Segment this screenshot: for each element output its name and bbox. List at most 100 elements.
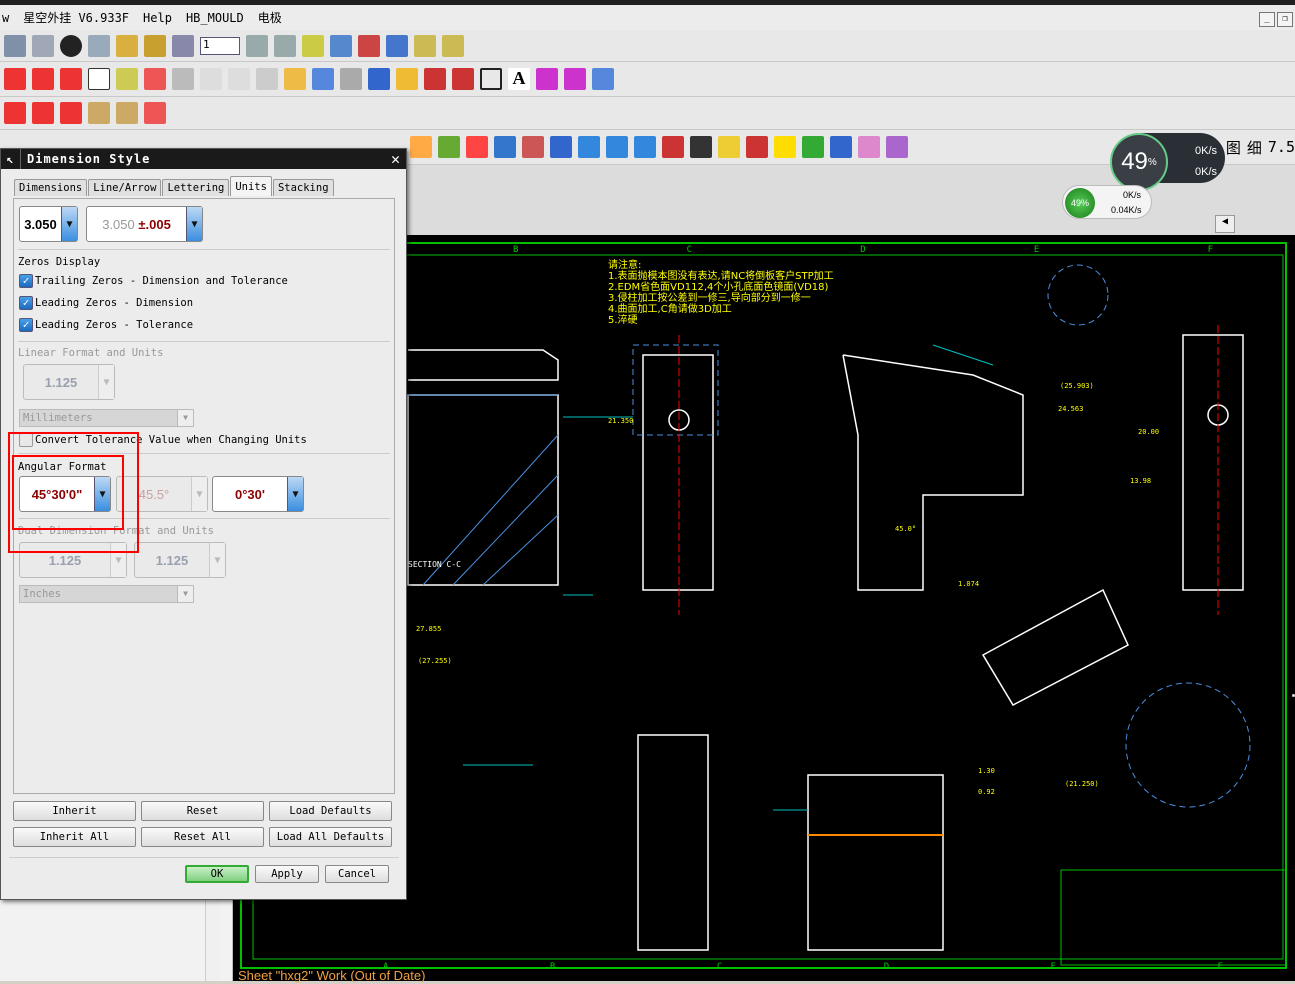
dialog-titlebar[interactable]: ↖ Dimension Style ✕ <box>1 149 406 169</box>
hatch-icon[interactable] <box>256 68 278 90</box>
menu-hb-mould[interactable]: HB_MOULD <box>186 11 244 25</box>
dual-format-combo-2[interactable]: 1.125 ▼ <box>134 542 226 578</box>
render-icon[interactable] <box>410 136 432 158</box>
marker-icon[interactable] <box>494 136 516 158</box>
letter-a-icon[interactable]: A <box>508 68 530 90</box>
linear-format-combo[interactable]: 1.125 ▼ <box>23 364 115 400</box>
edit-icon[interactable] <box>144 34 166 57</box>
measure-icon[interactable] <box>442 34 464 57</box>
arc-icon[interactable] <box>32 68 54 90</box>
mirror-icon[interactable] <box>592 68 614 90</box>
menu-xingkong[interactable]: 星空外挂 V6.933F <box>23 9 129 26</box>
note-icon[interactable] <box>116 68 138 90</box>
layers-icon[interactable] <box>274 34 296 57</box>
save-view-icon[interactable] <box>718 136 740 158</box>
reset-button[interactable]: Reset <box>141 801 264 821</box>
box-icon[interactable] <box>32 34 54 57</box>
vertical-scrollbar[interactable] <box>205 900 220 981</box>
tab-lettering[interactable]: Lettering <box>162 179 230 196</box>
precision-combo[interactable]: 3.050 ▼ <box>19 206 78 242</box>
explode-icon[interactable] <box>522 136 544 158</box>
cross-icon[interactable] <box>228 68 250 90</box>
cpu-gauge[interactable]: 49% <box>1110 133 1168 191</box>
line2-icon[interactable] <box>452 68 474 90</box>
offset-icon[interactable] <box>32 102 54 124</box>
check-icon[interactable] <box>200 68 222 90</box>
point-icon[interactable] <box>330 34 352 57</box>
line-icon[interactable] <box>424 68 446 90</box>
tab-line-arrow[interactable]: Line/Arrow <box>88 179 162 196</box>
label-tu[interactable]: 图 <box>1226 137 1241 158</box>
restore-button[interactable]: ❐ <box>1277 12 1293 27</box>
cube-wire-icon[interactable] <box>550 136 572 158</box>
symbol-icon[interactable] <box>172 68 194 90</box>
crosshair-icon[interactable] <box>858 136 880 158</box>
move-icon[interactable] <box>662 136 684 158</box>
label-xi[interactable]: 细 <box>1247 137 1262 158</box>
assembly-icon[interactable] <box>466 136 488 158</box>
font-icon[interactable] <box>368 68 390 90</box>
shape-icon[interactable] <box>536 68 558 90</box>
leading-zeros-dimension-checkbox[interactable]: ✓ Leading Zeros - Dimension <box>19 296 193 310</box>
chamfer-icon[interactable] <box>60 102 82 124</box>
tolerance-combo[interactable]: 3.050 ±.005 ▼ <box>86 206 203 242</box>
menu-electrode[interactable]: 电极 <box>258 9 282 26</box>
dual-units-select[interactable]: Inches ▼ <box>19 585 194 603</box>
frame2-icon[interactable] <box>746 136 768 158</box>
text-a-icon[interactable] <box>830 136 852 158</box>
inherit-all-button[interactable]: Inherit All <box>13 827 136 847</box>
layer-icon[interactable] <box>246 34 268 57</box>
text-icon[interactable] <box>88 68 110 90</box>
menu-help[interactable]: Help <box>143 11 172 25</box>
cube-icon[interactable] <box>4 34 26 57</box>
weld-icon[interactable] <box>144 68 166 90</box>
point-tool-icon[interactable] <box>4 102 26 124</box>
block-icon[interactable] <box>396 68 418 90</box>
grid-icon[interactable] <box>172 34 194 57</box>
view-icon[interactable] <box>302 34 324 57</box>
snap2-icon[interactable] <box>386 34 408 57</box>
tab-units[interactable]: Units <box>230 176 272 196</box>
leading-zeros-tolerance-checkbox[interactable]: ✓ Leading Zeros - Tolerance <box>19 318 193 332</box>
fit-icon[interactable] <box>634 136 656 158</box>
pen-icon[interactable] <box>116 34 138 57</box>
table-icon[interactable] <box>88 34 110 57</box>
minimize-button[interactable]: _ <box>1259 12 1275 27</box>
shield-icon[interactable] <box>802 136 824 158</box>
ruler-icon[interactable] <box>414 34 436 57</box>
spline-icon[interactable] <box>60 68 82 90</box>
cylinder-icon[interactable] <box>886 136 908 158</box>
leader-icon[interactable] <box>284 68 306 90</box>
center-icon[interactable] <box>312 68 334 90</box>
window-icon[interactable] <box>606 136 628 158</box>
shade-icon[interactable] <box>60 34 82 57</box>
close-button[interactable]: ✕ <box>386 150 406 168</box>
image-icon[interactable] <box>340 68 362 90</box>
axis-icon[interactable] <box>144 102 166 124</box>
inherit-button[interactable]: Inherit <box>13 801 136 821</box>
color-icon[interactable] <box>438 136 460 158</box>
menu-window[interactable]: w <box>2 11 9 25</box>
ok-button[interactable]: OK <box>185 865 249 883</box>
label-scale[interactable]: 7.5 <box>1268 138 1295 156</box>
linear-units-select[interactable]: Millimeters ▼ <box>19 409 194 427</box>
table2-icon[interactable] <box>116 102 138 124</box>
reset-all-button[interactable]: Reset All <box>141 827 264 847</box>
apply-button[interactable]: Apply <box>255 865 319 883</box>
warning-icon[interactable] <box>774 136 796 158</box>
tab-stacking[interactable]: Stacking <box>272 179 334 196</box>
snap-icon[interactable] <box>358 34 380 57</box>
scroll-left-button[interactable]: ◀ <box>1215 215 1235 233</box>
load-defaults-button[interactable]: Load Defaults <box>269 801 392 821</box>
trim-icon[interactable] <box>564 68 586 90</box>
layer-select[interactable]: 1 <box>200 36 240 55</box>
load-all-defaults-button[interactable]: Load All Defaults <box>269 827 392 847</box>
frame-icon[interactable] <box>88 102 110 124</box>
pin-icon[interactable]: ↖ <box>1 149 21 169</box>
trailing-zeros-checkbox[interactable]: ✓ Trailing Zeros - Dimension and Toleranc… <box>19 274 288 288</box>
tab-dimensions[interactable]: Dimensions <box>14 179 88 196</box>
curve-icon[interactable] <box>4 68 26 90</box>
angular-tolerance-combo[interactable]: 0°30' ▼ <box>212 476 304 512</box>
transparent-icon[interactable] <box>578 136 600 158</box>
mini-net-widget[interactable]: 49% 0K/s 0.04K/s <box>1062 185 1152 219</box>
